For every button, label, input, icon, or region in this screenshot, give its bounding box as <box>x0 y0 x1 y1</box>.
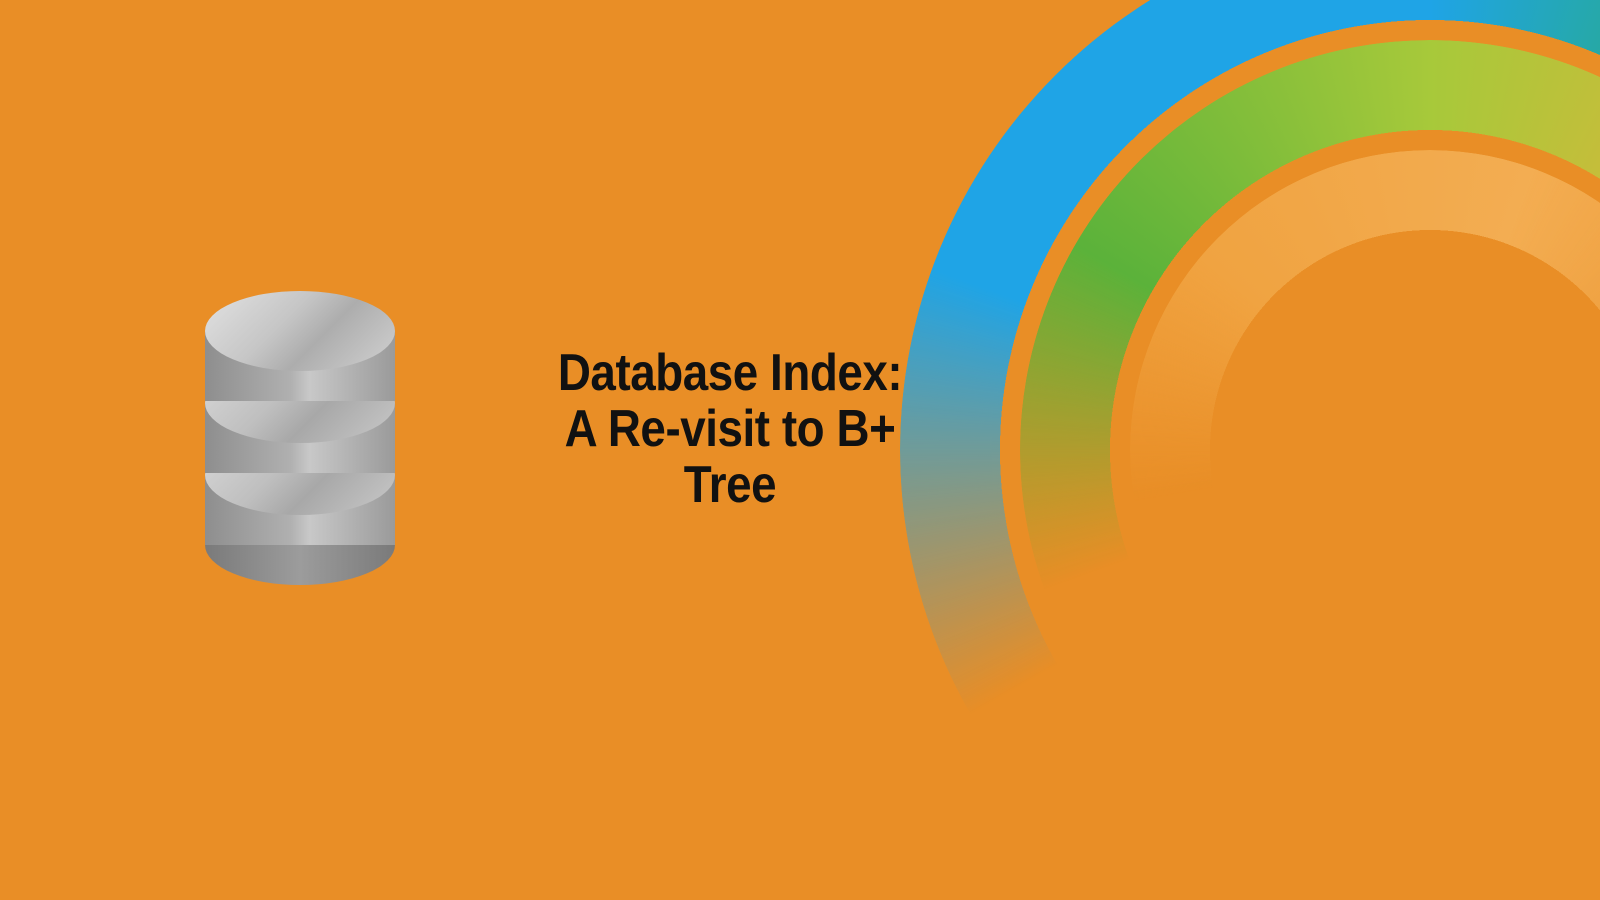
slide-title: Database Index: A Re-visit to B+ Tree <box>501 345 959 513</box>
database-icon <box>205 300 395 560</box>
title-line-2: A Re-visit to B+ <box>501 401 959 457</box>
title-line-3: Tree <box>501 457 959 513</box>
title-line-1: Database Index: <box>501 345 959 401</box>
arc-middle-green-yellow <box>1020 40 1600 860</box>
arc-inner-orange <box>1130 150 1600 750</box>
db-disk-top-ellipse <box>205 291 395 371</box>
arc-outer-blue-green <box>900 0 1600 900</box>
decorative-arcs <box>880 0 1600 900</box>
